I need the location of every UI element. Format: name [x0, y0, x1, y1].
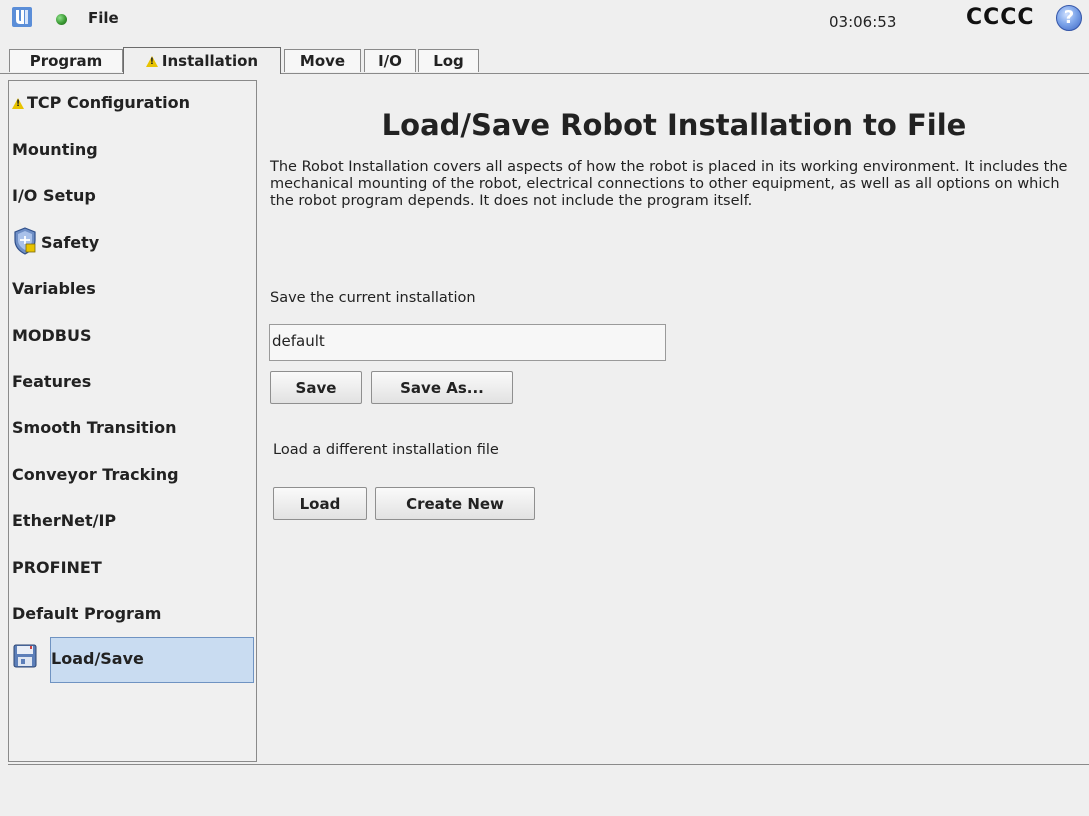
sidebar-item-features[interactable]: Features [12, 372, 91, 391]
sidebar-item-label: Mounting [12, 140, 98, 159]
tab-label: Program [29, 52, 103, 70]
file-menu[interactable]: File [88, 9, 119, 27]
tab-program[interactable]: Program [9, 49, 123, 72]
load-section-label: Load a different installation file [273, 442, 499, 458]
sidebar-item-label: I/O Setup [12, 186, 96, 205]
sidebar-item-label: EtherNet/IP [12, 511, 117, 530]
help-icon[interactable]: ? [1056, 5, 1082, 31]
load-button[interactable]: Load [273, 487, 367, 520]
tab-move[interactable]: Move [284, 49, 361, 72]
create-new-button[interactable]: Create New [375, 487, 535, 520]
sidebar-item-variables[interactable]: Variables [12, 279, 96, 298]
sidebar-item-profinet[interactable]: PROFINET [12, 558, 102, 577]
tab-label: Move [299, 52, 346, 70]
sidebar-item-label: Safety [41, 233, 100, 252]
save-as-button[interactable]: Save As... [371, 371, 513, 404]
warning-icon [12, 98, 24, 109]
tab-label: I/O [378, 52, 402, 70]
footer-divider [8, 764, 1089, 765]
sidebar-item-modbus[interactable]: MODBUS [12, 326, 92, 345]
save-section-label: Save the current installation [270, 290, 476, 306]
save-button[interactable]: Save [270, 371, 362, 404]
sidebar-item-mounting[interactable]: Mounting [12, 140, 98, 159]
installation-description: The Robot Installation covers all aspect… [270, 159, 1068, 209]
top-bar: File 03:06:53 CCCC ? [0, 0, 1089, 44]
installation-sidebar: TCP Configuration Mounting I/O Setup Saf… [8, 80, 257, 762]
clock: 03:06:53 [829, 13, 897, 31]
sidebar-item-label: Load/Save [51, 649, 144, 668]
tab-label: Log [433, 52, 464, 70]
main-tab-bar: Program Installation Move I/O Log [0, 47, 1089, 74]
sidebar-item-default-program[interactable]: Default Program [12, 604, 161, 623]
sidebar-item-label: Variables [12, 279, 96, 298]
tab-log[interactable]: Log [418, 49, 479, 72]
sidebar-item-label: Smooth Transition [12, 418, 177, 437]
tab-io[interactable]: I/O [364, 49, 416, 72]
page-title: Load/Save Robot Installation to File [381, 108, 967, 142]
robot-name: CCCC [966, 5, 1035, 30]
floppy-disk-icon [13, 644, 37, 668]
sidebar-item-label: TCP Configuration [27, 93, 190, 112]
ur-logo [12, 7, 32, 27]
warning-icon [145, 55, 158, 67]
sidebar-item-label: MODBUS [12, 326, 92, 345]
safety-shield-icon [14, 227, 36, 255]
installation-name-field[interactable]: default [269, 324, 666, 361]
sidebar-item-safety[interactable]: Safety [41, 233, 99, 252]
sidebar-item-tcp-configuration[interactable]: TCP Configuration [12, 93, 190, 112]
sidebar-item-label: Conveyor Tracking [12, 465, 179, 484]
sidebar-item-ethernet-ip[interactable]: EtherNet/IP [12, 511, 116, 530]
sidebar-item-io-setup[interactable]: I/O Setup [12, 186, 96, 205]
sidebar-item-smooth-transition[interactable]: Smooth Transition [12, 418, 177, 437]
tab-installation[interactable]: Installation [123, 47, 281, 74]
sidebar-item-label: Features [12, 372, 92, 391]
sidebar-item-load-save[interactable]: Load/Save [51, 649, 144, 668]
sidebar-item-conveyor-tracking[interactable]: Conveyor Tracking [12, 465, 179, 484]
tab-label: Installation [161, 52, 259, 70]
robot-status-indicator [56, 14, 67, 25]
sidebar-item-label: PROFINET [12, 558, 102, 577]
sidebar-item-label: Default Program [12, 604, 162, 623]
